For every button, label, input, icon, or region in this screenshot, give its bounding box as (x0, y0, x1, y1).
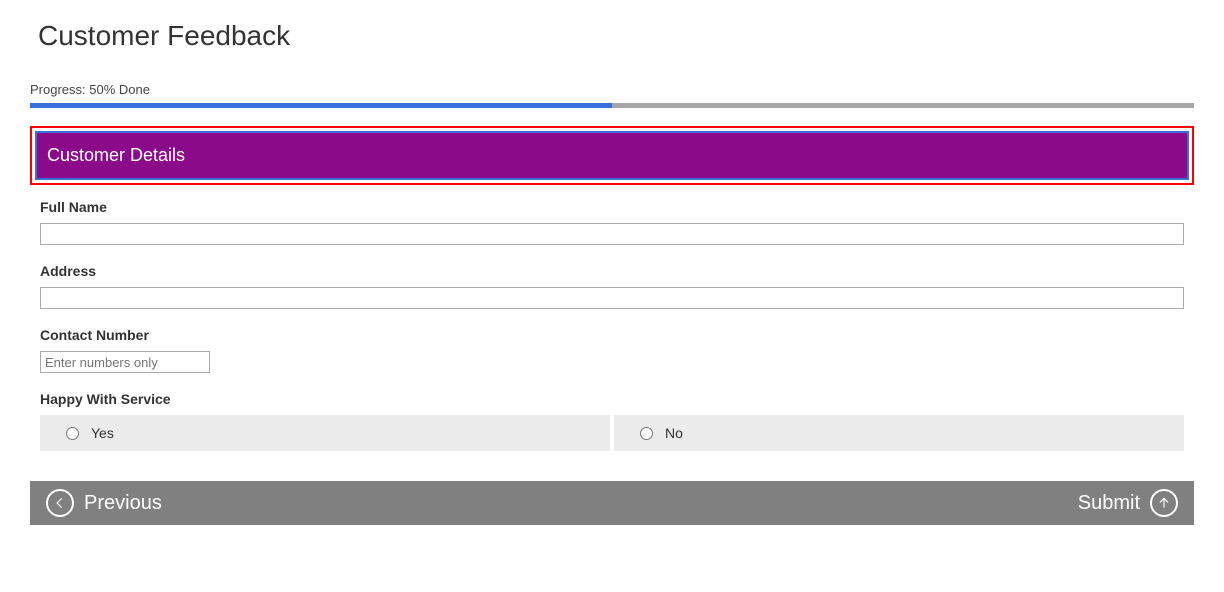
happy-radio-group: Yes No (40, 415, 1184, 451)
arrow-up-icon (1150, 489, 1178, 517)
page-title: Customer Feedback (38, 20, 1194, 52)
progress-label: Progress: 50% Done (30, 82, 1194, 97)
contact-number-input[interactable] (40, 351, 210, 373)
previous-label: Previous (84, 492, 162, 515)
full-name-label: Full Name (40, 199, 1184, 215)
happy-radio-no[interactable] (640, 427, 653, 440)
field-address: Address (40, 263, 1184, 309)
field-full-name: Full Name (40, 199, 1184, 245)
progress-bar (30, 103, 1194, 108)
happy-label: Happy With Service (40, 391, 1184, 407)
address-input[interactable] (40, 287, 1184, 309)
previous-button[interactable]: Previous (46, 489, 162, 517)
happy-option-yes[interactable]: Yes (40, 415, 610, 451)
submit-label: Submit (1078, 492, 1140, 515)
field-happy-with-service: Happy With Service Yes No (40, 391, 1184, 451)
progress-fill (30, 103, 612, 108)
section-highlight: Customer Details (30, 126, 1194, 185)
happy-yes-label: Yes (91, 425, 114, 441)
full-name-input[interactable] (40, 223, 1184, 245)
address-label: Address (40, 263, 1184, 279)
submit-button[interactable]: Submit (1078, 489, 1178, 517)
happy-radio-yes[interactable] (66, 427, 79, 440)
happy-option-no[interactable]: No (614, 415, 1184, 451)
contact-number-label: Contact Number (40, 327, 1184, 343)
field-contact-number: Contact Number (40, 327, 1184, 373)
nav-bar: Previous Submit (30, 481, 1194, 525)
happy-no-label: No (665, 425, 683, 441)
chevron-left-icon (46, 489, 74, 517)
section-header-customer-details: Customer Details (35, 131, 1189, 180)
